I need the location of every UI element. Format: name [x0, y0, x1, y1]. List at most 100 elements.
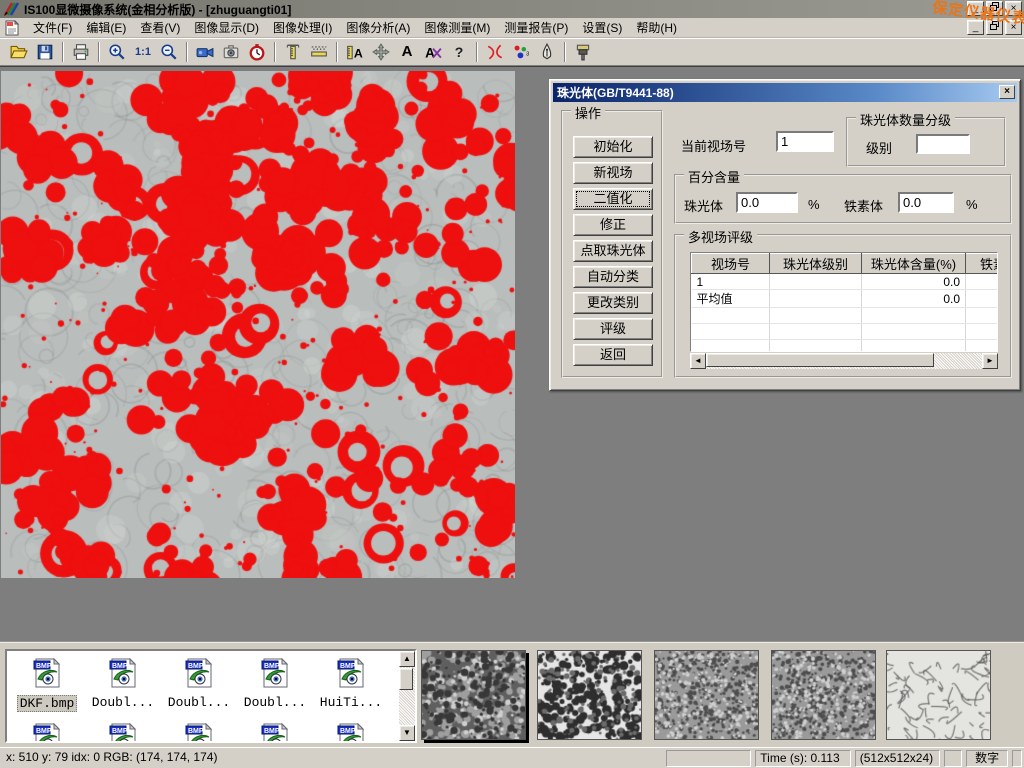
- menu-image-analysis[interactable]: 图像分析(A): [339, 17, 417, 38]
- bmp-file-icon: BMP: [260, 657, 290, 694]
- cell-ferrite: [966, 274, 999, 290]
- binarize-button[interactable]: 二值化: [573, 188, 653, 210]
- status-empty-2: [944, 750, 962, 767]
- toolbar-separator: [564, 42, 566, 62]
- timer-icon[interactable]: [245, 40, 269, 64]
- menu-image-display[interactable]: 图像显示(D): [187, 17, 266, 38]
- correct-button[interactable]: 修正: [573, 214, 653, 236]
- video-camera-icon[interactable]: [193, 40, 217, 64]
- ruler-icon[interactable]: [307, 40, 331, 64]
- file-name: Doubl...: [166, 695, 232, 710]
- mdi-close-button[interactable]: ×: [1005, 20, 1022, 35]
- menu-settings[interactable]: 设置(S): [575, 17, 629, 38]
- bmp-file-icon: BMP: [32, 722, 62, 741]
- metallograph-image[interactable]: [1, 71, 515, 578]
- return-button[interactable]: 返回: [573, 344, 653, 366]
- brush-icon[interactable]: [571, 40, 595, 64]
- file-item[interactable]: BMPDoubl...: [237, 653, 313, 712]
- mdi-restore-button[interactable]: [986, 20, 1003, 35]
- menu-report[interactable]: 测量报告(P): [497, 17, 575, 38]
- col-ferrite[interactable]: 铁素体: [966, 254, 999, 274]
- move-icon[interactable]: [369, 40, 393, 64]
- new-field-button[interactable]: 新视场: [573, 162, 653, 184]
- file-item[interactable]: BMP Doubl...: [161, 653, 237, 712]
- ferrite-percent-input[interactable]: 0.0: [898, 192, 954, 213]
- scroll-up-icon[interactable]: ▲: [399, 651, 415, 667]
- zoom-in-icon[interactable]: [105, 40, 129, 64]
- file-item-partial[interactable]: BMP: [85, 718, 161, 741]
- status-image-size: (512x512x24): [855, 750, 941, 767]
- ferrite-percent-sign: %: [966, 197, 978, 212]
- restore-button[interactable]: [986, 1, 1003, 16]
- open-icon[interactable]: [7, 40, 31, 64]
- actual-size-icon[interactable]: 1:1: [131, 40, 155, 64]
- text-style-icon[interactable]: A: [421, 40, 445, 64]
- document-system-icon[interactable]: [4, 20, 20, 36]
- particles-icon[interactable]: 3: [509, 40, 533, 64]
- thumbnail-4[interactable]: [771, 650, 876, 740]
- file-item[interactable]: BMPHuiTi...: [313, 653, 389, 712]
- table-row[interactable]: 平均值 0.0: [692, 290, 999, 308]
- thumbnail-5[interactable]: [886, 650, 991, 740]
- table-row[interactable]: 1 0.0: [692, 274, 999, 290]
- mdi-minimize-button[interactable]: _: [967, 20, 984, 35]
- curve-tool-icon[interactable]: [483, 40, 507, 64]
- pick-pearlite-button[interactable]: 点取珠光体: [573, 240, 653, 262]
- file-browser-scrollbar[interactable]: ▲ ▼: [399, 651, 415, 741]
- file-item-partial[interactable]: BMP: [313, 718, 389, 741]
- grade-button[interactable]: 评级: [573, 318, 653, 340]
- print-icon[interactable]: [69, 40, 93, 64]
- close-button[interactable]: ×: [1005, 1, 1022, 16]
- minimize-button[interactable]: _: [967, 1, 984, 16]
- scroll-thumb[interactable]: [706, 353, 934, 367]
- dialog-title-bar[interactable]: 珠光体(GB/T9441-88) ×: [553, 83, 1017, 102]
- current-view-input[interactable]: 1: [776, 131, 834, 152]
- svg-text:BMP: BMP: [188, 663, 204, 670]
- col-field-no[interactable]: 视场号: [692, 254, 770, 274]
- change-class-button[interactable]: 更改类别: [573, 292, 653, 314]
- toolbar-separator: [336, 42, 338, 62]
- menu-view[interactable]: 查看(V): [133, 17, 187, 38]
- file-item[interactable]: BMPDKF.bmp: [9, 653, 85, 712]
- thumbnail-1[interactable]: [421, 650, 526, 740]
- svg-text:BMP: BMP: [264, 728, 280, 735]
- scroll-left-icon[interactable]: ◄: [690, 353, 706, 369]
- status-position: x: 510 y: 79 idx: 0 RGB: (174, 174, 174): [2, 750, 662, 767]
- scroll-down-icon[interactable]: ▼: [399, 725, 415, 741]
- col-pearlite-grade[interactable]: 珠光体级别: [770, 254, 862, 274]
- svg-text:BMP: BMP: [264, 663, 280, 670]
- zoom-out-icon[interactable]: [157, 40, 181, 64]
- file-item-partial[interactable]: BMP: [9, 718, 85, 741]
- thumbnail-2[interactable]: [537, 650, 642, 740]
- scroll-thumb[interactable]: [399, 668, 413, 690]
- auto-classify-button[interactable]: 自动分类: [573, 266, 653, 288]
- restore-icon: [990, 2, 999, 11]
- measure-text-icon[interactable]: A: [343, 40, 367, 64]
- help-icon[interactable]: ?: [447, 40, 471, 64]
- svg-text:BMP: BMP: [340, 663, 356, 670]
- dialog-close-button[interactable]: ×: [999, 85, 1015, 99]
- menu-help[interactable]: 帮助(H): [629, 17, 684, 38]
- menu-image-process[interactable]: 图像处理(I): [266, 17, 339, 38]
- toolbar-separator: [476, 42, 478, 62]
- file-item-partial[interactable]: BMP: [237, 718, 313, 741]
- menu-file[interactable]: 文件(F): [26, 17, 79, 38]
- bmp-file-icon: BMP: [184, 722, 214, 741]
- file-item[interactable]: BMPDoubl...: [85, 653, 161, 712]
- scroll-right-icon[interactable]: ►: [982, 353, 998, 369]
- svg-text:BMP: BMP: [36, 663, 52, 670]
- col-pearlite-content[interactable]: 珠光体含量(%): [862, 254, 966, 274]
- pen-icon[interactable]: [535, 40, 559, 64]
- save-icon[interactable]: [33, 40, 57, 64]
- file-item-partial[interactable]: BMP: [161, 718, 237, 741]
- menu-edit[interactable]: 编辑(E): [79, 17, 133, 38]
- grade-input[interactable]: [916, 134, 970, 154]
- thumbnail-3[interactable]: [654, 650, 759, 740]
- text-icon[interactable]: A: [395, 40, 419, 64]
- caliper-icon[interactable]: [281, 40, 305, 64]
- photo-camera-icon[interactable]: [219, 40, 243, 64]
- pearlite-percent-input[interactable]: 0.0: [736, 192, 798, 213]
- table-hscrollbar[interactable]: ◄ ►: [690, 353, 998, 369]
- initialize-button[interactable]: 初始化: [573, 136, 653, 158]
- menu-image-measure[interactable]: 图像测量(M): [417, 17, 497, 38]
